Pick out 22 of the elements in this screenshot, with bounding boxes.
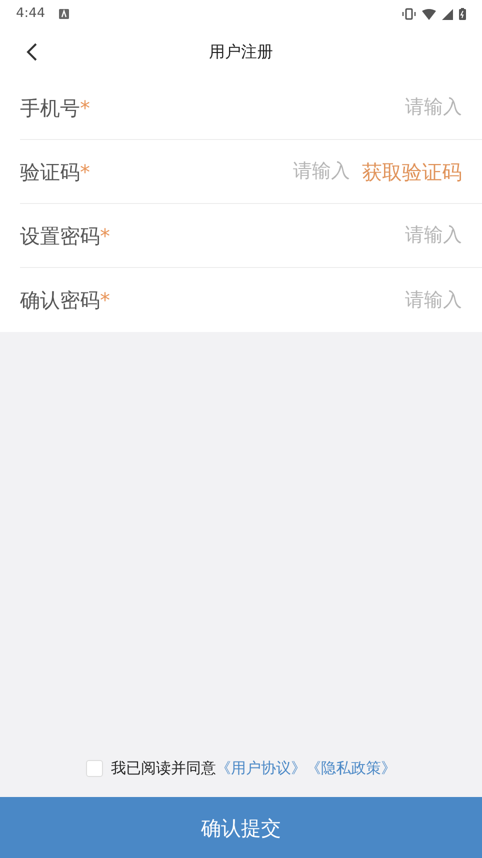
field-label: 手机号* — [20, 94, 90, 122]
input-field[interactable]: 请输入 — [362, 221, 462, 250]
input-field[interactable]: 请输入 — [280, 157, 350, 186]
agreement-text: 我已阅读并同意 — [111, 758, 216, 779]
agreement-link[interactable]: 《用户协议》 — [216, 756, 306, 780]
battery-icon — [459, 8, 466, 20]
field-label: 设置密码* — [20, 222, 110, 250]
vibrate-icon — [402, 8, 416, 20]
input-field[interactable]: 请输入 — [362, 286, 462, 314]
field-label: 确认密码* — [20, 287, 110, 314]
input-field[interactable]: 请输入 — [362, 93, 462, 122]
wifi-icon — [422, 8, 436, 20]
submit-button[interactable]: 确认提交 — [0, 797, 482, 858]
page-title: 用户注册 — [209, 41, 273, 63]
field-label: 验证码* — [20, 158, 90, 186]
agreement-link[interactable]: 《隐私政策》 — [306, 756, 396, 780]
agreement-checkbox[interactable] — [86, 760, 103, 776]
status-time: 4:44 — [16, 5, 46, 24]
notification-icon — [59, 9, 70, 19]
get-code-button[interactable]: 获取验证码 — [362, 156, 462, 186]
signal-icon — [442, 8, 453, 20]
chevron-left-icon — [26, 42, 38, 62]
